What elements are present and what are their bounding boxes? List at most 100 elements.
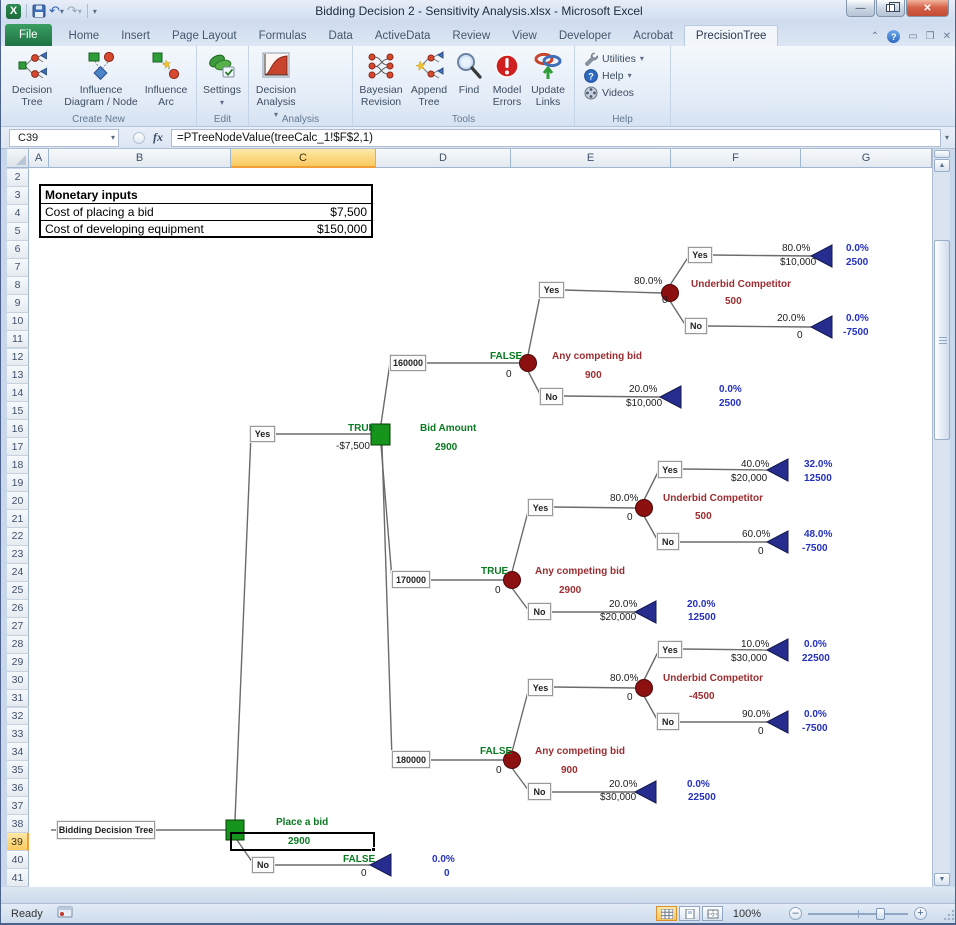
row-header-32[interactable]: 32 bbox=[7, 708, 29, 726]
customize-qat-dropdown[interactable]: ▾ bbox=[93, 7, 97, 16]
zoom-in-button[interactable]: + bbox=[914, 907, 927, 920]
row-header-36[interactable]: 36 bbox=[7, 779, 29, 797]
active-cell-selection[interactable] bbox=[230, 832, 375, 851]
row-header-16[interactable]: 16 bbox=[7, 420, 29, 438]
decision-analysis-button[interactable]: Decision Analysis ▾ bbox=[251, 48, 301, 122]
tree-branch-box[interactable]: Yes bbox=[528, 679, 553, 696]
row-header-26[interactable]: 26 bbox=[7, 600, 29, 618]
row-header-35[interactable]: 35 bbox=[7, 761, 29, 779]
tree-branch-box[interactable]: 160000 bbox=[390, 355, 426, 371]
ribbon-tab-formulas[interactable]: Formulas bbox=[248, 25, 318, 46]
collapse-ribbon-icon[interactable]: ⌃ bbox=[871, 31, 879, 42]
minimize-workbook-icon[interactable]: ▭ bbox=[908, 31, 917, 42]
tree-branch-box[interactable]: 170000 bbox=[392, 571, 430, 588]
row-header-7[interactable]: 7 bbox=[7, 259, 29, 277]
row-header-19[interactable]: 19 bbox=[7, 474, 29, 492]
row-header-11[interactable]: 11 bbox=[7, 331, 29, 349]
row-header-18[interactable]: 18 bbox=[7, 456, 29, 474]
select-all-corner[interactable] bbox=[7, 149, 29, 168]
update-links-button[interactable]: Update Links bbox=[527, 48, 569, 110]
tree-branch-box[interactable]: Yes bbox=[539, 282, 564, 298]
tree-branch-box[interactable]: No bbox=[657, 713, 679, 730]
row-header-22[interactable]: 22 bbox=[7, 528, 29, 546]
macro-record-icon[interactable] bbox=[57, 906, 73, 921]
excel-logo-icon[interactable]: X bbox=[6, 4, 21, 19]
tree-branch-box[interactable]: Yes bbox=[250, 426, 275, 442]
tree-branch-box[interactable]: No bbox=[528, 783, 551, 800]
tree-branch-box[interactable]: No bbox=[685, 318, 707, 334]
name-box-dropdown-icon[interactable]: ▾ bbox=[111, 133, 115, 142]
name-box[interactable]: C39▾ bbox=[9, 129, 119, 147]
column-header-F[interactable]: F bbox=[671, 149, 801, 168]
ribbon-tab-home[interactable]: Home bbox=[58, 25, 111, 46]
column-header-C[interactable]: C bbox=[231, 149, 376, 168]
ribbon-tab-data[interactable]: Data bbox=[318, 25, 364, 46]
ribbon-tab-page-layout[interactable]: Page Layout bbox=[161, 25, 248, 46]
row-header-20[interactable]: 20 bbox=[7, 492, 29, 510]
model-errors-button[interactable]: Model Errors bbox=[487, 48, 527, 110]
column-header-B[interactable]: B bbox=[49, 149, 231, 168]
row-header-2[interactable]: 2 bbox=[7, 169, 29, 187]
row-header-5[interactable]: 5 bbox=[7, 223, 29, 241]
ribbon-tab-activedata[interactable]: ActiveData bbox=[364, 25, 442, 46]
tree-branch-box[interactable]: 180000 bbox=[392, 751, 430, 768]
videos-button[interactable]: Videos bbox=[583, 85, 644, 100]
vertical-scrollbar[interactable]: ▲ ▼ bbox=[932, 149, 950, 887]
tree-branch-box[interactable]: Yes bbox=[658, 461, 682, 478]
row-header-39[interactable]: 39 bbox=[7, 833, 29, 851]
row-header-17[interactable]: 17 bbox=[7, 438, 29, 456]
row-header-37[interactable]: 37 bbox=[7, 797, 29, 815]
column-header-G[interactable]: G bbox=[801, 149, 932, 168]
zoom-out-button[interactable]: – bbox=[789, 907, 802, 920]
tree-branch-box[interactable]: No bbox=[528, 603, 551, 620]
vscroll-split-handle[interactable] bbox=[934, 150, 950, 158]
bayesian-revision-button[interactable]: Bayesian Revision bbox=[355, 48, 407, 110]
vscroll-up-arrow[interactable]: ▲ bbox=[934, 159, 950, 172]
redo-button[interactable]: ↷▾ bbox=[67, 3, 82, 19]
normal-view-button[interactable] bbox=[656, 906, 677, 921]
row-header-8[interactable]: 8 bbox=[7, 277, 29, 295]
row-header-4[interactable]: 4 bbox=[7, 205, 29, 223]
column-header-E[interactable]: E bbox=[511, 149, 671, 168]
settings-button[interactable]: Settings ▾ bbox=[199, 48, 245, 110]
help-button[interactable]: ? Help▾ bbox=[583, 68, 644, 83]
vscroll-thumb[interactable] bbox=[934, 240, 950, 440]
tree-branch-box[interactable]: No bbox=[252, 857, 274, 873]
row-header-30[interactable]: 30 bbox=[7, 672, 29, 690]
row-header-14[interactable]: 14 bbox=[7, 384, 29, 402]
insert-function-icon[interactable]: fx bbox=[153, 130, 163, 145]
influence-arc-button[interactable]: Influence Arc bbox=[141, 48, 191, 110]
tree-branch-box[interactable]: Yes bbox=[658, 641, 682, 658]
row-header-31[interactable]: 31 bbox=[7, 690, 29, 708]
row-header-40[interactable]: 40 bbox=[7, 851, 29, 869]
row-header-29[interactable]: 29 bbox=[7, 654, 29, 672]
row-header-6[interactable]: 6 bbox=[7, 241, 29, 259]
ribbon-tab-insert[interactable]: Insert bbox=[110, 25, 161, 46]
ribbon-tab-precisiontree[interactable]: PrecisionTree bbox=[684, 25, 779, 46]
row-header-34[interactable]: 34 bbox=[7, 743, 29, 761]
find-button[interactable]: Find bbox=[451, 48, 487, 110]
influence-diagram-button[interactable]: Influence Diagram / Node bbox=[61, 48, 141, 110]
column-header-A[interactable]: A bbox=[29, 149, 49, 168]
zoom-thumb[interactable] bbox=[876, 908, 885, 920]
append-tree-button[interactable]: Append Tree bbox=[407, 48, 451, 110]
page-layout-view-button[interactable] bbox=[679, 906, 700, 921]
row-header-12[interactable]: 12 bbox=[7, 349, 29, 367]
row-header-41[interactable]: 41 bbox=[7, 869, 29, 887]
row-header-25[interactable]: 25 bbox=[7, 582, 29, 600]
tree-branch-box[interactable]: No bbox=[657, 533, 679, 550]
page-break-view-button[interactable] bbox=[702, 906, 723, 921]
restore-window-button[interactable] bbox=[876, 0, 905, 17]
row-header-27[interactable]: 27 bbox=[7, 618, 29, 636]
undo-button[interactable]: ↶▾ bbox=[49, 3, 64, 19]
tree-branch-box[interactable]: No bbox=[540, 388, 563, 405]
tree-branch-box[interactable]: Yes bbox=[528, 499, 553, 516]
tree-branch-box[interactable]: Yes bbox=[688, 247, 712, 263]
zoom-track[interactable] bbox=[808, 913, 908, 915]
vscroll-down-arrow[interactable]: ▼ bbox=[934, 873, 950, 886]
restore-workbook-icon[interactable]: ❐ bbox=[926, 31, 935, 42]
row-header-10[interactable]: 10 bbox=[7, 313, 29, 331]
row-header-9[interactable]: 9 bbox=[7, 295, 29, 313]
help-icon[interactable]: ? bbox=[887, 30, 900, 43]
close-workbook-icon[interactable]: ✕ bbox=[943, 31, 951, 42]
